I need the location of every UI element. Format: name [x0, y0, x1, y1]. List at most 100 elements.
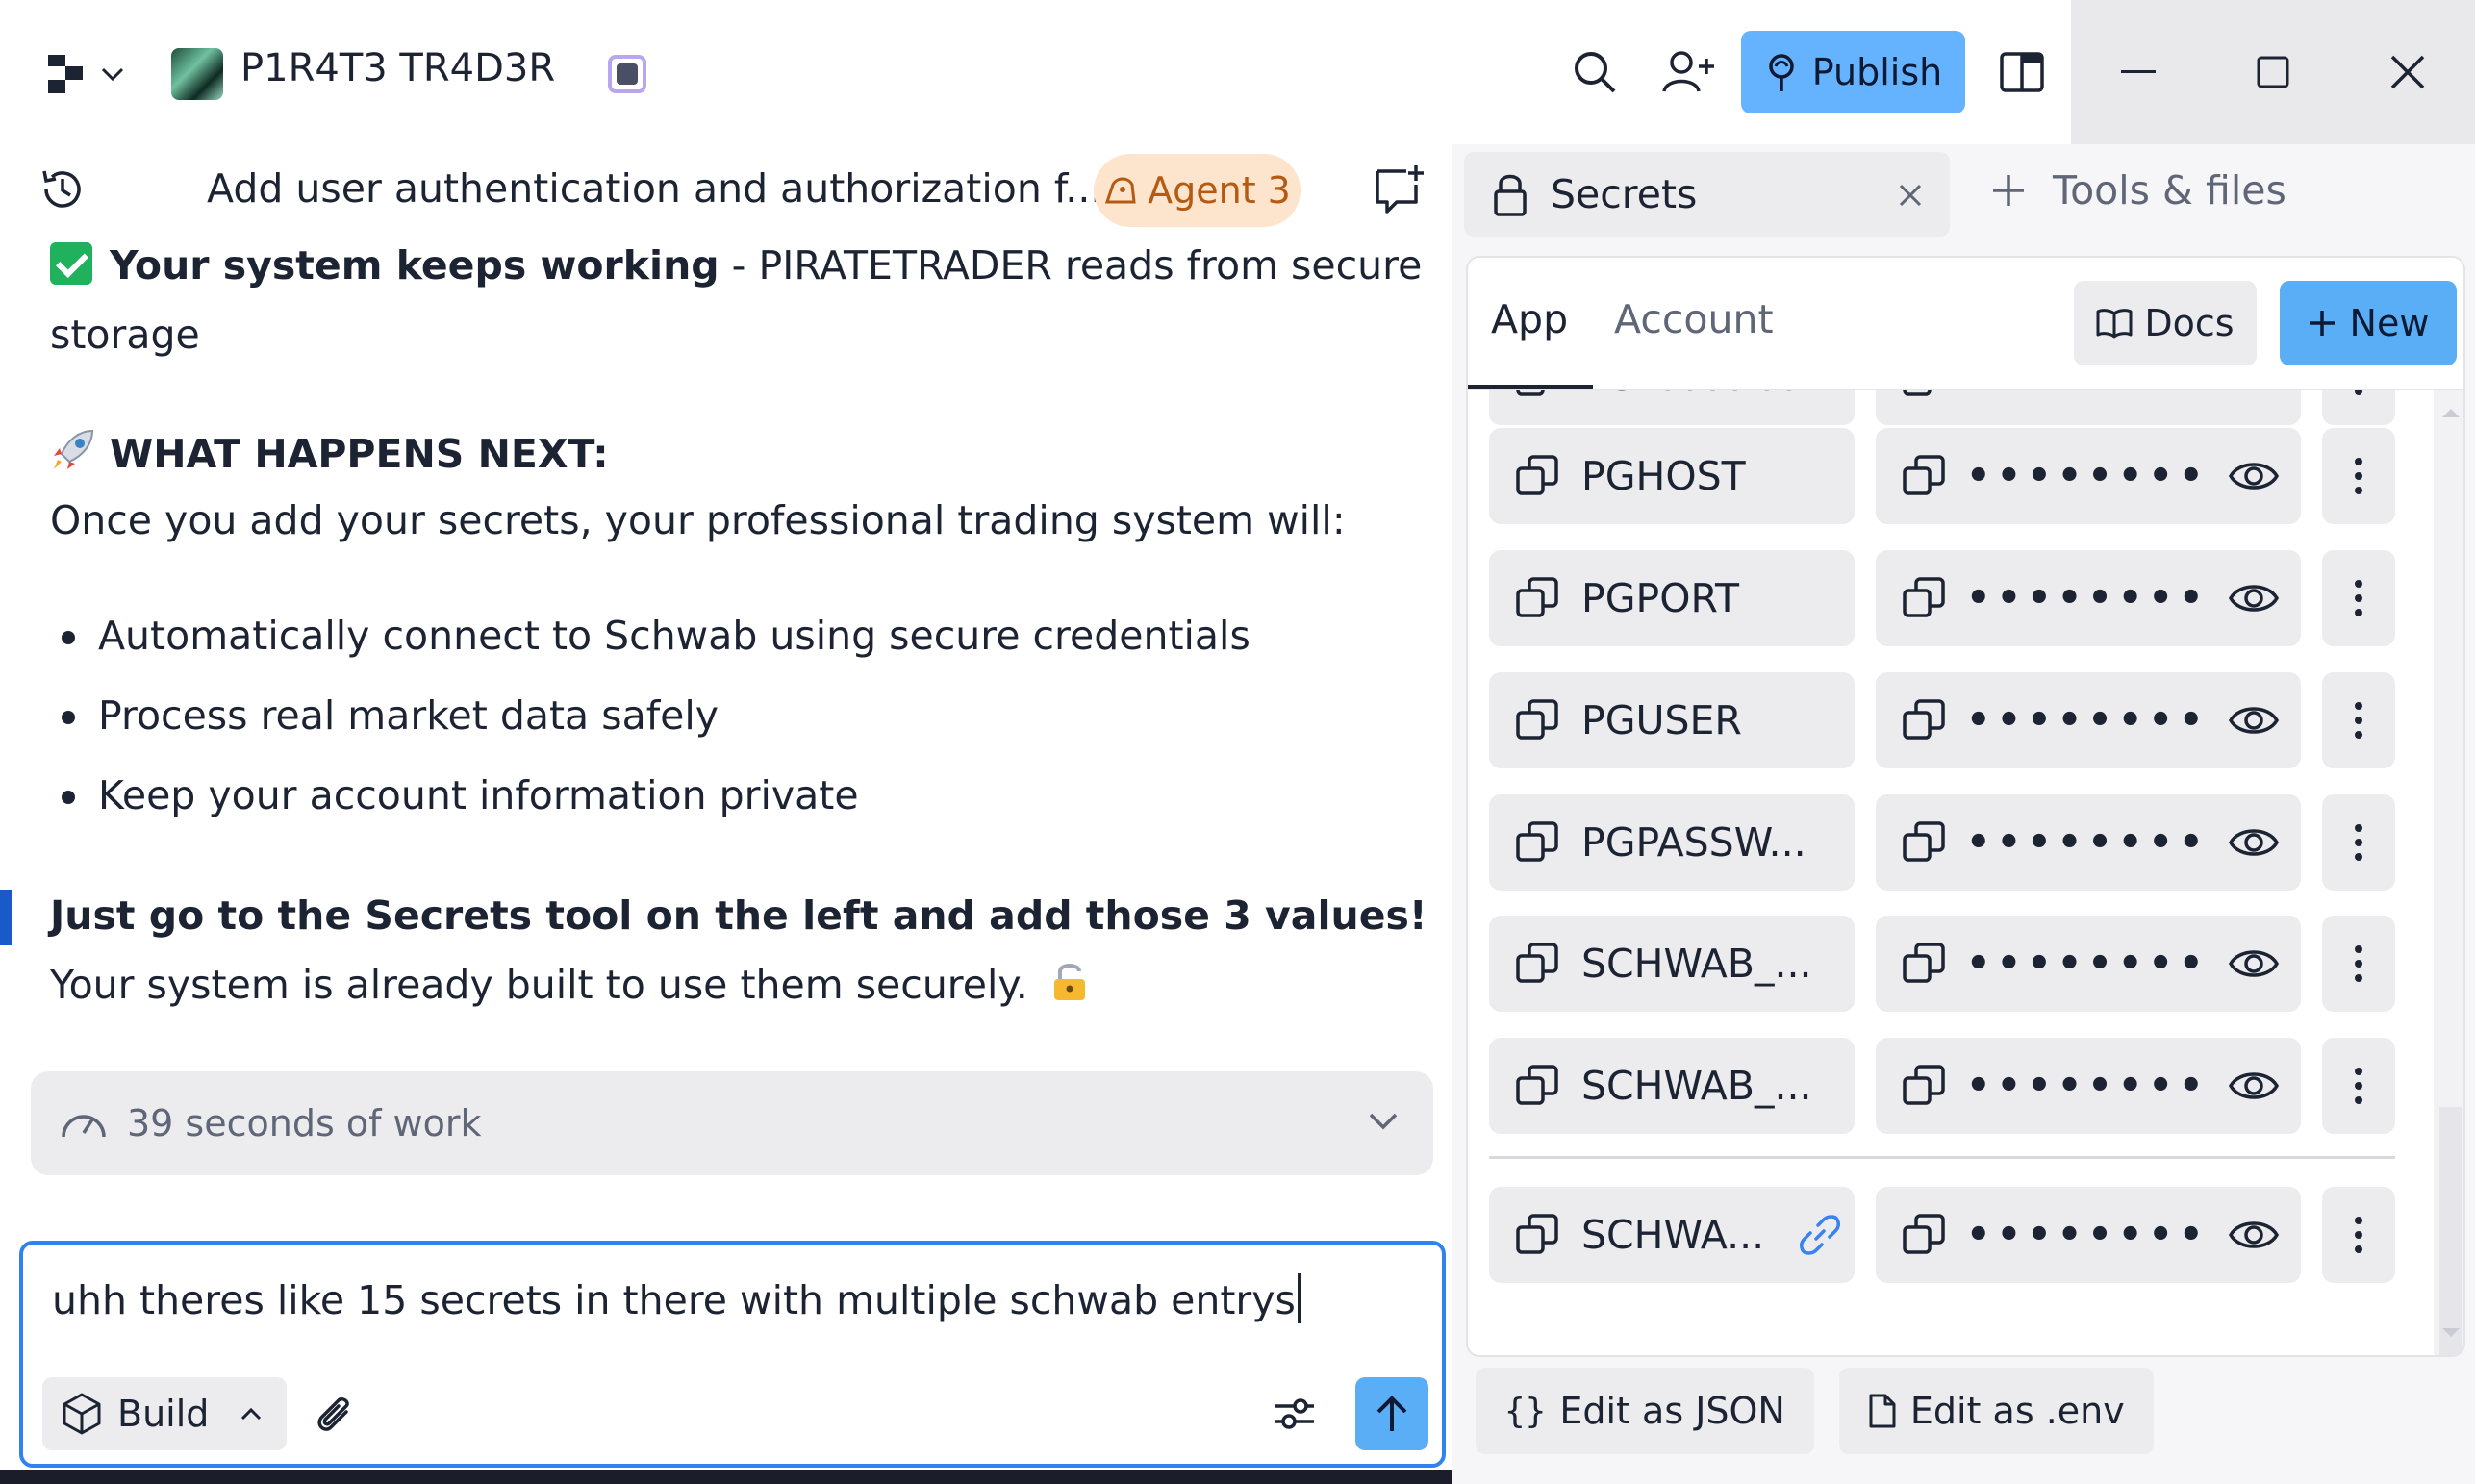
work-summary[interactable]: 39 seconds of work — [31, 1071, 1433, 1175]
secret-key[interactable]: SCHWAB_... — [1489, 1038, 1855, 1134]
edit-as-env-button[interactable]: Edit as .env — [1838, 1368, 2154, 1454]
docs-button[interactable]: Docs — [2074, 281, 2257, 365]
secret-menu-button[interactable] — [2322, 794, 2395, 891]
attach-button[interactable] — [312, 1391, 354, 1437]
reveal-button[interactable] — [2228, 390, 2280, 402]
layout-toggle-button[interactable] — [1993, 43, 2051, 101]
copy-icon[interactable] — [1516, 1214, 1558, 1256]
copy-icon[interactable] — [1903, 821, 1945, 864]
secret-key[interactable]: PGHOST — [1489, 428, 1855, 524]
close-tab-button[interactable] — [1898, 173, 1923, 208]
copy-icon[interactable] — [1516, 943, 1558, 985]
copy-icon[interactable] — [1903, 1214, 1945, 1256]
edit-env-label: Edit as .env — [1909, 1390, 2125, 1432]
secret-value[interactable]: •••••••• — [1876, 672, 2301, 768]
copy-icon[interactable] — [1516, 821, 1558, 864]
secret-menu-button[interactable] — [2322, 390, 2395, 425]
search-button[interactable] — [1566, 43, 1624, 101]
secret-key[interactable]: PGDATABA... — [1489, 390, 1855, 425]
secret-row: PGPASSW... •••••••• — [1468, 794, 2463, 891]
stop-icon[interactable] — [608, 55, 646, 93]
scrollbar-thumb[interactable] — [2439, 1107, 2462, 1355]
secret-row: PGHOST •••••••• — [1468, 428, 2463, 524]
scroll-down-icon[interactable] — [2440, 1326, 2462, 1340]
secret-menu-button[interactable] — [2322, 550, 2395, 646]
lock-icon — [1494, 174, 1527, 216]
copy-icon[interactable] — [1903, 1065, 1945, 1107]
status-strip — [0, 1470, 1452, 1484]
docs-label: Docs — [2144, 302, 2235, 344]
secret-value[interactable]: •••••••• — [1876, 1038, 2301, 1134]
edit-as-json-button[interactable]: {} Edit as JSON — [1476, 1368, 1814, 1454]
secret-key[interactable]: SCHWAB_... — [1489, 916, 1855, 1012]
new-chat-button[interactable] — [1374, 163, 1426, 214]
copy-icon[interactable] — [1903, 943, 1945, 985]
eye-icon — [2228, 1072, 2280, 1099]
more-vertical-icon — [2355, 390, 2362, 395]
copy-icon[interactable] — [1903, 577, 1945, 619]
secret-value[interactable]: •••••••• — [1876, 390, 2301, 425]
message-input[interactable]: uhh theres like 15 secrets in there with… — [52, 1273, 1301, 1323]
mode-selector[interactable]: Build — [42, 1377, 287, 1450]
secret-value[interactable]: •••••••• — [1876, 550, 2301, 646]
secret-key[interactable]: PGUSER — [1489, 672, 1855, 768]
invite-button[interactable] — [1659, 43, 1717, 101]
tab-tools-files[interactable]: Tools & files — [1991, 167, 2286, 214]
speedometer-icon — [60, 1104, 108, 1143]
final-text: Your system is already built to use them… — [50, 962, 1028, 1008]
copy-icon[interactable] — [1516, 577, 1558, 619]
minimize-button[interactable] — [2071, 0, 2206, 144]
reveal-button[interactable] — [2228, 1061, 2280, 1111]
tools-pane: Secrets Tools & files App Account Docs N… — [1452, 144, 2475, 1484]
reveal-button[interactable] — [2228, 573, 2280, 623]
secret-value[interactable]: •••••••• — [1876, 794, 2301, 891]
copy-icon[interactable] — [1516, 699, 1558, 742]
secret-value[interactable]: •••••••• — [1876, 428, 2301, 524]
secret-key[interactable]: PGPORT — [1489, 550, 1855, 646]
close-window-button[interactable] — [2340, 0, 2475, 144]
secret-menu-button[interactable] — [2322, 428, 2395, 524]
secret-menu-button[interactable] — [2322, 1187, 2395, 1283]
secret-key[interactable]: SCHWA... — [1489, 1187, 1855, 1283]
secret-menu-button[interactable] — [2322, 916, 2395, 1012]
tab-secrets[interactable]: Secrets — [1464, 152, 1950, 237]
tab-account[interactable]: Account — [1614, 296, 1774, 342]
rocket-icon — [50, 427, 96, 473]
settings-button[interactable] — [1272, 1391, 1318, 1437]
secret-menu-button[interactable] — [2322, 672, 2395, 768]
tab-app[interactable]: App — [1491, 296, 1568, 342]
copy-icon[interactable] — [1903, 390, 1945, 398]
secret-menu-button[interactable] — [2322, 1038, 2395, 1134]
app-name[interactable]: P1R4T3 TR4D3R — [240, 46, 555, 90]
history-button[interactable] — [38, 165, 87, 214]
copy-icon[interactable] — [1516, 455, 1558, 497]
send-button[interactable] — [1355, 1377, 1428, 1450]
reveal-button[interactable] — [2228, 451, 2280, 501]
new-secret-button[interactable]: New — [2280, 281, 2457, 365]
reveal-button[interactable] — [2228, 817, 2280, 868]
reveal-button[interactable] — [2228, 939, 2280, 989]
scroll-up-icon[interactable] — [2440, 406, 2462, 419]
more-vertical-icon — [2355, 1068, 2362, 1104]
copy-icon[interactable] — [1516, 1065, 1558, 1107]
workspace-menu[interactable] — [48, 50, 135, 98]
secret-value[interactable]: •••••••• — [1876, 1187, 2301, 1283]
reveal-button[interactable] — [2228, 1210, 2280, 1260]
copy-icon[interactable] — [1903, 455, 1945, 497]
copy-icon[interactable] — [1903, 699, 1945, 742]
maximize-button[interactable] — [2206, 0, 2340, 144]
publish-button[interactable]: Publish — [1741, 31, 1965, 113]
chevron-down-icon — [101, 67, 124, 82]
secret-key[interactable]: PGPASSW... — [1489, 794, 1855, 891]
bullet-list: Automatically connect to Schwab using se… — [50, 596, 1435, 836]
active-tab-indicator — [1468, 385, 1593, 389]
eye-icon — [2228, 829, 2280, 856]
check-icon — [50, 242, 92, 285]
reveal-button[interactable] — [2228, 695, 2280, 745]
chat-title[interactable]: Add user authentication and authorizatio… — [207, 165, 1102, 212]
copy-icon[interactable] — [1516, 390, 1558, 398]
agent-badge[interactable]: Agent 3 — [1094, 154, 1301, 227]
secret-value[interactable]: •••••••• — [1876, 916, 2301, 1012]
plus-icon — [2309, 311, 2335, 336]
scrollbar[interactable] — [2434, 390, 2463, 1355]
